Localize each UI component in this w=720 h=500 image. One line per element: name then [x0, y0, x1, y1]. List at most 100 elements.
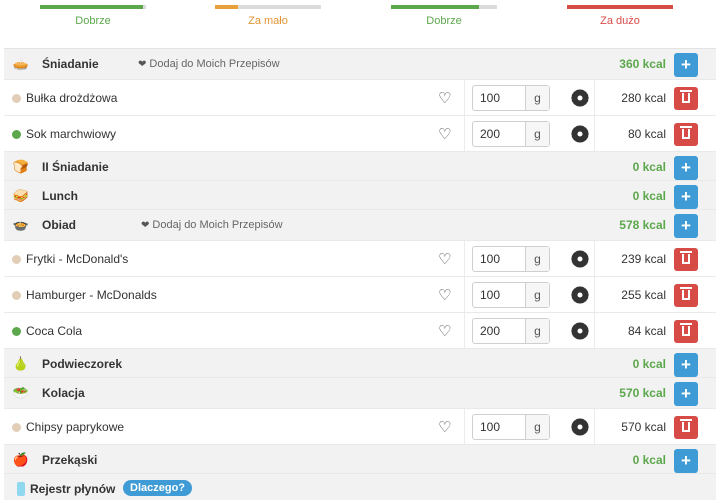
quantity-field: g: [472, 85, 550, 111]
food-kcal: 84 kcal: [627, 324, 666, 338]
status-indicator: Dobrze: [391, 0, 497, 27]
status-label: Za dużo: [600, 15, 640, 27]
favorite-heart-icon[interactable]: ♡: [438, 418, 451, 436]
add-food-button[interactable]: +: [674, 214, 698, 238]
status-bar-fill: [567, 5, 673, 9]
meal-kcal-total: 0 kcal: [632, 160, 666, 174]
quantity-unit: g: [525, 319, 549, 343]
quantity-field: g: [472, 414, 550, 440]
trash-icon: [680, 90, 692, 103]
meal-kcal-total: 578 kcal: [619, 218, 666, 232]
quantity-field: g: [472, 282, 550, 308]
add-food-button[interactable]: +: [674, 353, 698, 377]
column-divider: [464, 116, 465, 151]
food-row: Hamburger - McDonalds ♡ g 255 kcal: [4, 277, 716, 313]
status-bar-track: [567, 5, 673, 9]
meal-kcal-total: 570 kcal: [619, 386, 666, 400]
quantity-input[interactable]: [473, 247, 525, 271]
quantity-input[interactable]: [473, 283, 525, 307]
gear-icon[interactable]: [571, 418, 589, 436]
heart-icon: ❤: [141, 220, 150, 231]
food-name: Coca Cola: [26, 324, 83, 338]
water-glass-icon: [11, 480, 31, 497]
pie-icon: 🥧: [12, 56, 30, 71]
column-divider: [594, 277, 595, 312]
meal-row-1: 🍞 II Śniadanie 0 kcal +: [4, 152, 716, 181]
quantity-input[interactable]: [473, 319, 525, 343]
add-food-button[interactable]: +: [674, 449, 698, 473]
meal-name: Przekąski: [42, 453, 98, 467]
food-kcal: 570 kcal: [621, 420, 666, 434]
status-label: Za mało: [248, 15, 288, 27]
pear-icon: 🍐: [12, 356, 30, 371]
quantity-input[interactable]: [473, 415, 525, 439]
gear-icon[interactable]: [571, 286, 589, 304]
food-quality-dot: [12, 327, 21, 336]
delete-food-button[interactable]: [674, 123, 698, 146]
food-kcal: 239 kcal: [621, 252, 666, 266]
add-to-favorites-link[interactable]: ❤ Dodaj do Moich Przepisów: [138, 58, 280, 70]
meal-name: Śniadanie: [42, 57, 99, 71]
food-row: Chipsy paprykowe ♡ g 570 kcal: [4, 409, 716, 445]
quantity-unit: g: [525, 86, 549, 110]
fluids-register-label: Rejestr płynów: [30, 482, 116, 496]
food-kcal: 280 kcal: [621, 91, 666, 105]
column-divider: [464, 80, 465, 115]
meal-name: Kolacja: [42, 386, 85, 400]
delete-food-button[interactable]: [674, 87, 698, 110]
column-divider: [594, 80, 595, 115]
trash-icon: [680, 419, 692, 432]
status-label: Dobrze: [426, 15, 462, 27]
favorite-heart-icon[interactable]: ♡: [438, 286, 451, 304]
quantity-field: g: [472, 121, 550, 147]
column-divider: [464, 241, 465, 276]
quantity-field: g: [472, 246, 550, 272]
add-food-button[interactable]: +: [674, 382, 698, 406]
salad-icon: 🥗: [12, 385, 30, 400]
add-food-button[interactable]: +: [674, 53, 698, 77]
food-quality-dot: [12, 423, 21, 432]
trash-icon: [680, 251, 692, 264]
trash-icon: [680, 126, 692, 139]
favorite-heart-icon[interactable]: ♡: [438, 125, 451, 143]
food-quality-dot: [12, 94, 21, 103]
quantity-input[interactable]: [473, 122, 525, 146]
status-bar-track: [40, 5, 146, 9]
food-row: Frytki - McDonald's ♡ g 239 kcal: [4, 241, 716, 277]
meal-kcal-total: 0 kcal: [632, 189, 666, 203]
gear-icon[interactable]: [571, 250, 589, 268]
quantity-unit: g: [525, 415, 549, 439]
delete-food-button[interactable]: [674, 416, 698, 439]
status-bar-fill: [40, 5, 143, 9]
column-divider: [464, 277, 465, 312]
food-name: Frytki - McDonald's: [26, 252, 129, 266]
meal-name: II Śniadanie: [42, 160, 109, 174]
delete-food-button[interactable]: [674, 248, 698, 271]
delete-food-button[interactable]: [674, 320, 698, 343]
meal-row-2: 🥪 Lunch 0 kcal +: [4, 181, 716, 210]
food-quality-dot: [12, 130, 21, 139]
delete-food-button[interactable]: [674, 284, 698, 307]
food-kcal: 255 kcal: [621, 288, 666, 302]
trash-icon: [680, 323, 692, 336]
why-button[interactable]: Dlaczego?: [123, 480, 193, 496]
meal-name: Lunch: [42, 189, 78, 203]
add-food-button[interactable]: +: [674, 156, 698, 180]
fluids-register-row: Rejestr płynów Dlaczego?: [4, 474, 716, 500]
favorite-heart-icon[interactable]: ♡: [438, 89, 451, 107]
add-food-button[interactable]: +: [674, 185, 698, 209]
favorite-heart-icon[interactable]: ♡: [438, 322, 451, 340]
status-bar-track: [215, 5, 321, 9]
meal-name: Obiad: [42, 218, 77, 232]
gear-icon[interactable]: [571, 89, 589, 107]
gear-icon[interactable]: [571, 125, 589, 143]
add-to-favorites-link[interactable]: ❤ Dodaj do Moich Przepisów: [141, 219, 283, 231]
food-kcal: 80 kcal: [627, 127, 666, 141]
favorite-heart-icon[interactable]: ♡: [438, 250, 451, 268]
quantity-unit: g: [525, 247, 549, 271]
gear-icon[interactable]: [571, 322, 589, 340]
why-badge-wrap: Dlaczego?: [117, 480, 193, 496]
status-label: Dobrze: [75, 15, 111, 27]
food-row: Sok marchwiowy ♡ g 80 kcal: [4, 116, 716, 152]
quantity-input[interactable]: [473, 86, 525, 110]
